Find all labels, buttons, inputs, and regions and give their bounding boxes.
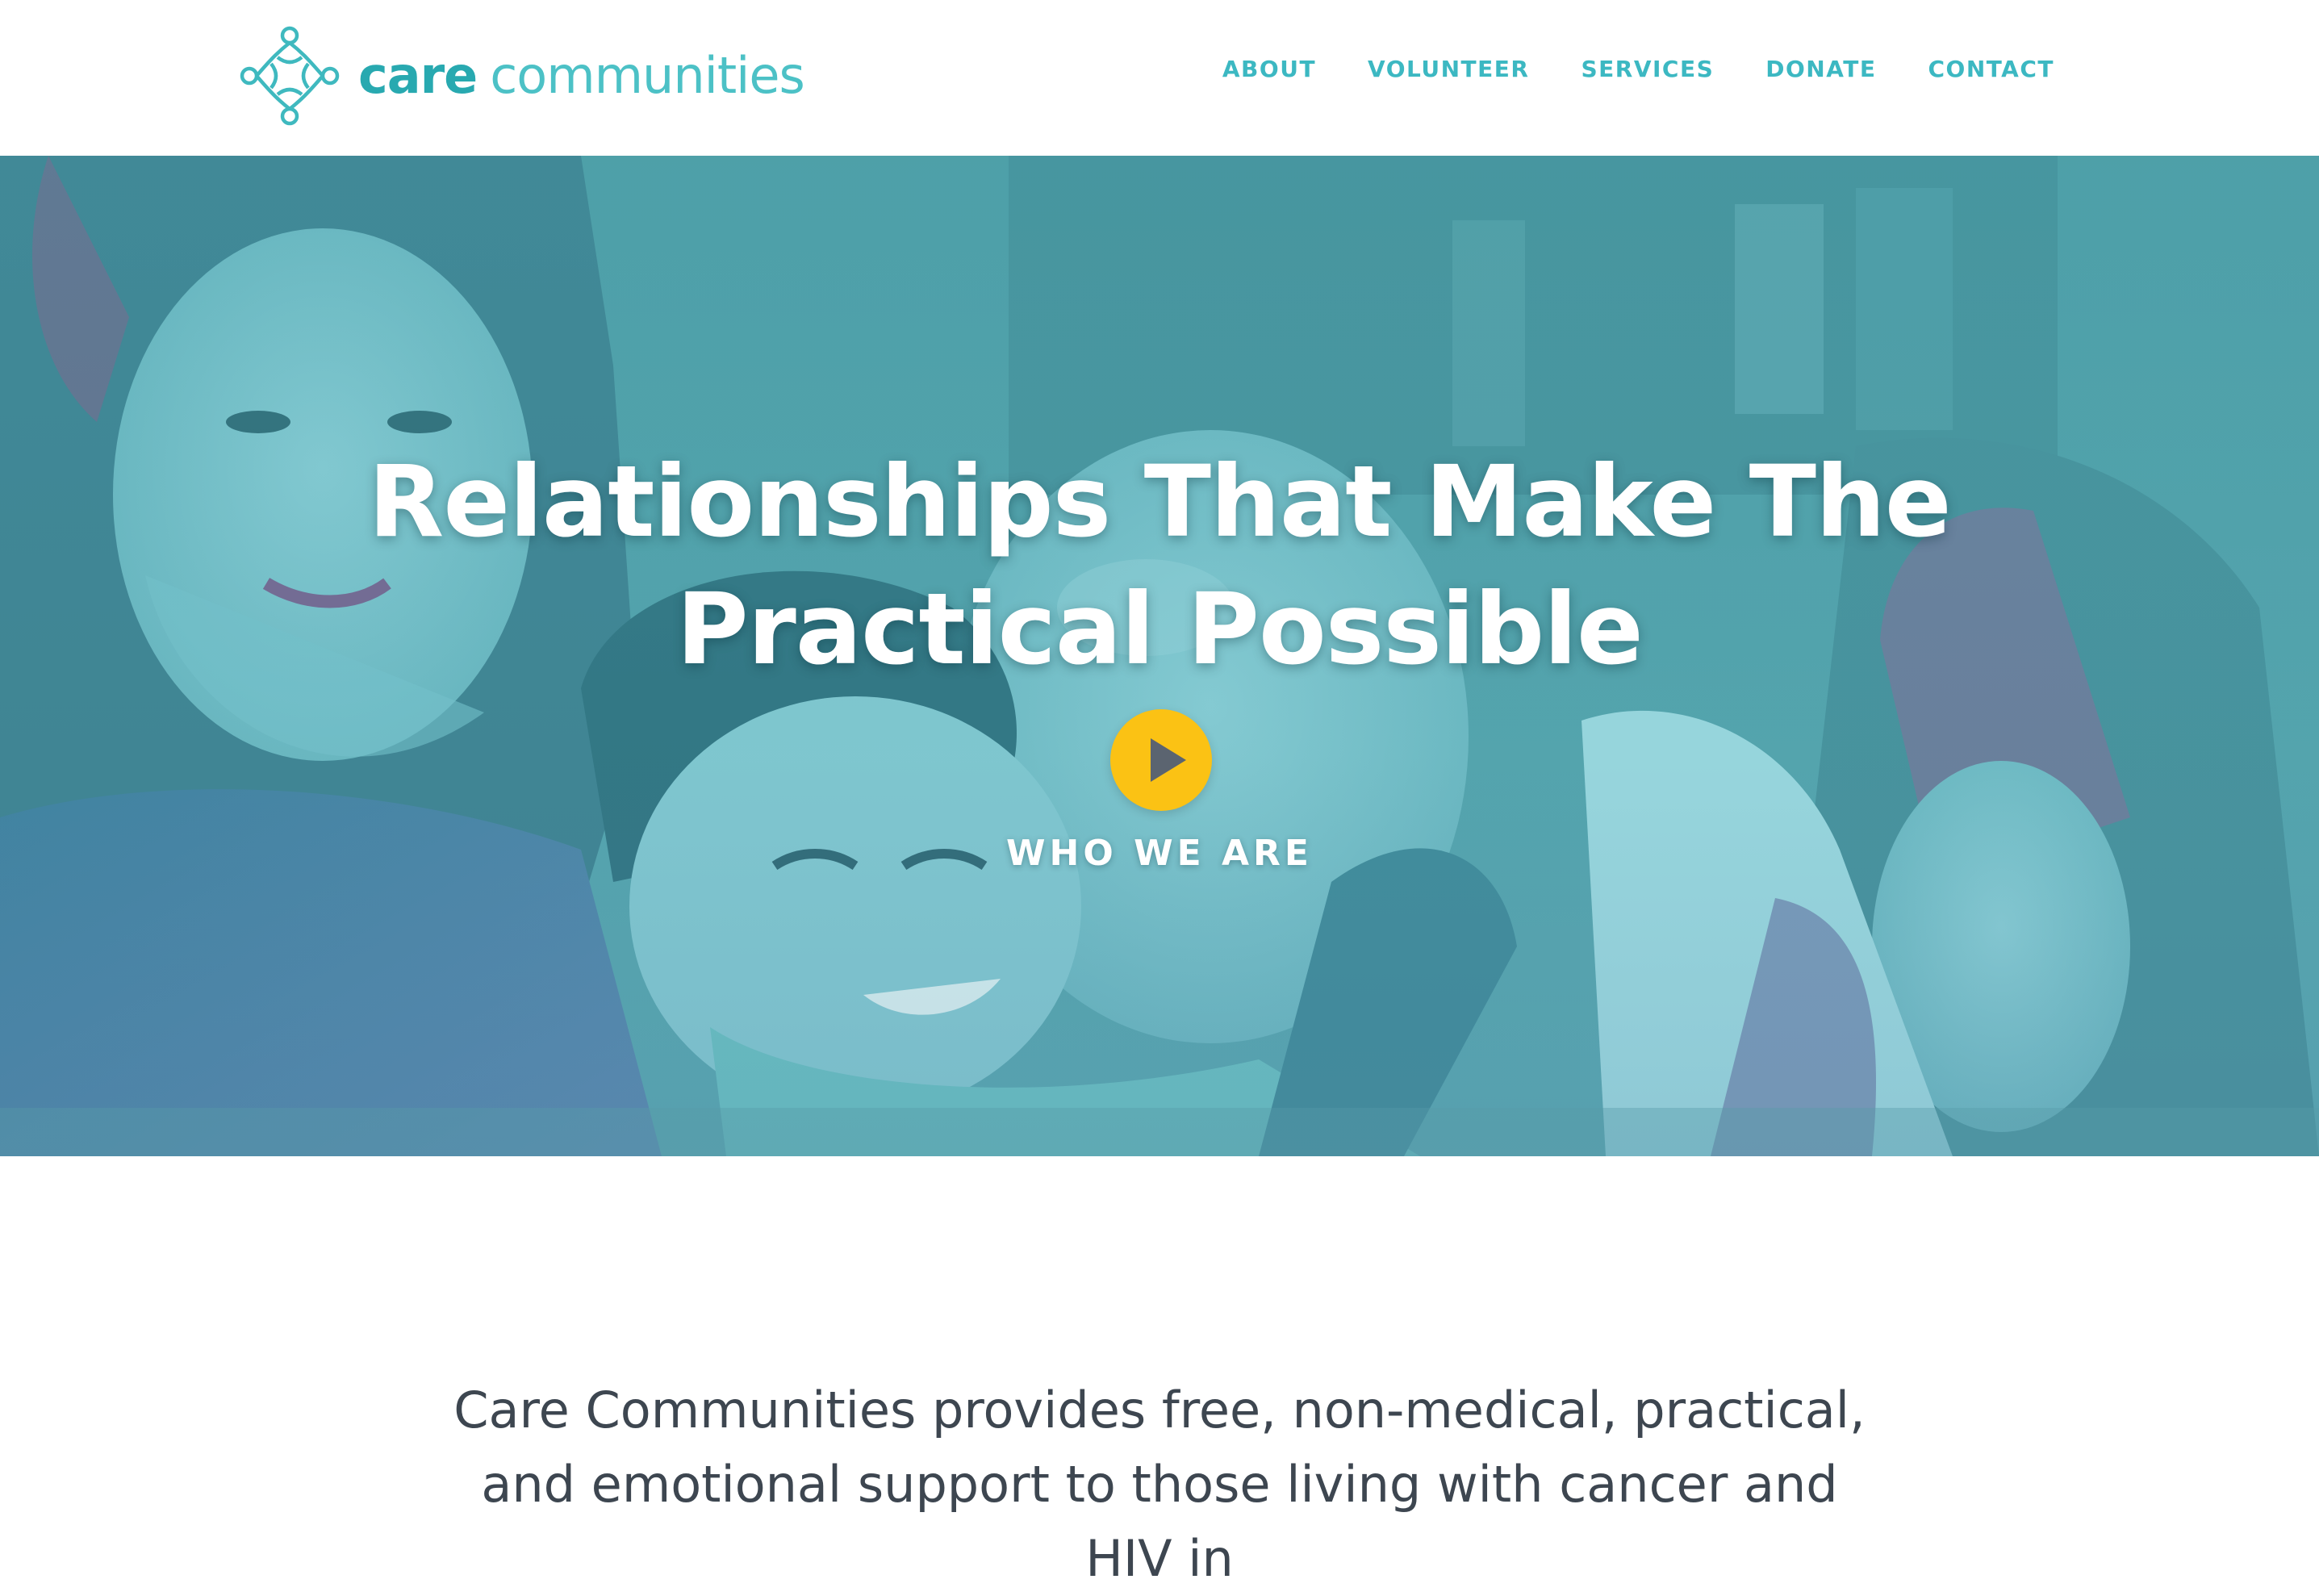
logo-wordmark: care communities xyxy=(358,51,805,101)
nav-about[interactable]: ABOUT xyxy=(1222,50,1316,89)
logo-icon xyxy=(240,26,340,126)
hero-section: Relationships That Make The Practical Pos… xyxy=(0,156,2319,1156)
site-header: care communities ABOUT VOLUNTEER SERVICES… xyxy=(0,0,2319,156)
hero-headline: Relationships That Make The Practical Pos… xyxy=(353,438,1966,693)
hero-headline-line-1: Relationships That Make The xyxy=(368,445,1951,559)
logo-word-communities: communities xyxy=(490,46,805,105)
logo-word-care: care xyxy=(358,46,478,105)
nav-donate[interactable]: DONATE xyxy=(1765,50,1876,89)
nav-volunteer[interactable]: VOLUNTEER xyxy=(1368,50,1529,89)
logo-link[interactable]: care communities xyxy=(239,24,805,127)
who-we-are-link[interactable]: WHO WE ARE xyxy=(837,832,1482,875)
intro-paragraph: Care Communities provides free, non-medi… xyxy=(453,1381,1866,1588)
play-icon xyxy=(1151,738,1186,782)
nav-services[interactable]: SERVICES xyxy=(1581,50,1714,89)
hero-headline-line-2: Practical Possible xyxy=(676,572,1643,687)
main-nav: ABOUT VOLUNTEER SERVICES DONATE CONTACT xyxy=(1222,50,2054,89)
nav-contact[interactable]: CONTACT xyxy=(1928,50,2054,89)
play-video-button[interactable] xyxy=(1110,709,1212,811)
